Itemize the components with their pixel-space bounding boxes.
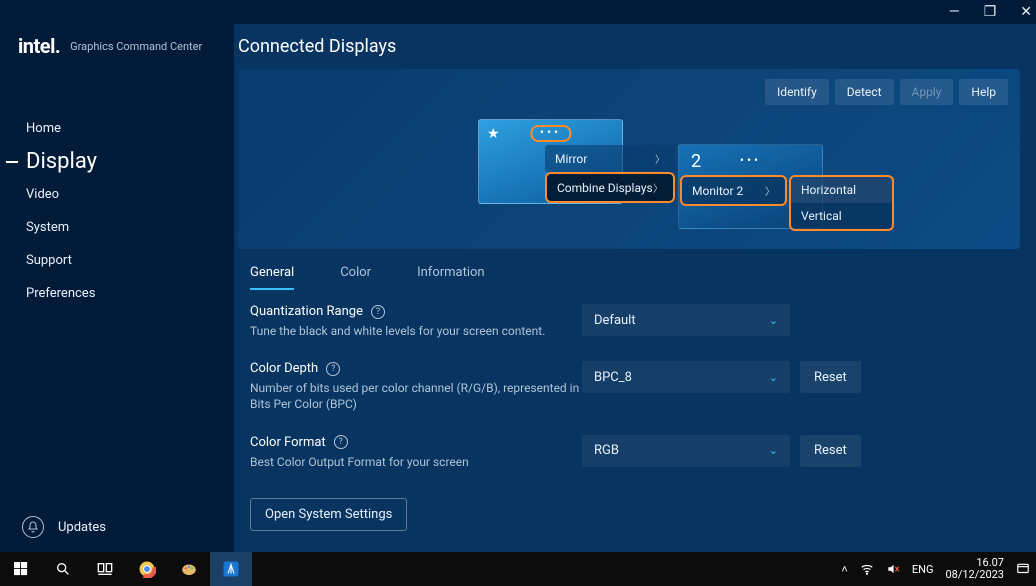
taskbar-taskview-icon[interactable] [84, 552, 126, 586]
chevron-down-icon: ⌄ [769, 371, 778, 384]
color-depth-reset[interactable]: Reset [800, 361, 861, 393]
tray-wifi-icon[interactable] [860, 562, 874, 576]
context-item-vertical[interactable]: Vertical [791, 203, 892, 229]
context-item-horizontal[interactable]: Horizontal [791, 177, 892, 203]
close-button[interactable]: ✕ [1020, 5, 1032, 19]
help-icon[interactable]: ? [326, 362, 340, 376]
chevron-right-icon: 〉 [655, 151, 665, 166]
setting-title: Color Depth [250, 361, 318, 376]
restore-button[interactable]: ❐ [984, 5, 997, 19]
setting-color-depth: Color Depth ? Number of bits used per co… [250, 361, 1008, 412]
context-menu-display: Mirror 〉 Combine Displays 〉 [545, 145, 675, 203]
chevron-down-icon: ⌄ [769, 444, 778, 457]
tray-clock[interactable]: 16.07 08/12/2023 [945, 557, 1004, 581]
start-button[interactable] [0, 552, 42, 586]
help-button[interactable]: Help [959, 79, 1008, 105]
tray-volume-icon[interactable] [886, 562, 900, 576]
monitor-1-menu-icon[interactable]: ••• [530, 125, 571, 142]
setting-desc: Tune the black and white levels for your… [250, 323, 582, 339]
apply-button: Apply [900, 79, 954, 105]
primary-star-icon: ★ [487, 126, 500, 142]
card-actions: Identify Detect Apply Help [250, 79, 1008, 105]
setting-title: Color Format [250, 435, 326, 450]
displays-card: Identify Detect Apply Help ★ ••• 2 ••• [238, 69, 1020, 249]
chevron-right-icon: 〉 [653, 180, 663, 195]
context-item-monitor2[interactable]: Monitor 2 〉 [680, 175, 787, 206]
sidebar: intel. Graphics Command Center Home Disp… [0, 24, 234, 552]
sidebar-item-home[interactable]: Home [0, 112, 234, 145]
color-format-select[interactable]: RGB ⌄ [582, 435, 790, 467]
context-item-label: Horizontal [801, 183, 856, 197]
setting-color-format: Color Format ? Best Color Output Format … [250, 435, 1008, 470]
sidebar-item-system[interactable]: System [0, 211, 234, 244]
chevron-down-icon: ⌄ [769, 314, 778, 327]
tray-date: 08/12/2023 [945, 569, 1004, 581]
settings-list: Quantization Range ? Tune the black and … [238, 290, 1020, 470]
settings-tabs: General Color Information [238, 249, 1020, 290]
taskbar-intel-icon[interactable] [210, 552, 252, 586]
sidebar-item-video[interactable]: Video [0, 178, 234, 211]
brand-logo: intel. [18, 34, 60, 58]
updates-button[interactable]: Updates [0, 502, 234, 552]
taskbar-chrome-icon[interactable] [126, 552, 168, 586]
page-title: Connected Displays [238, 24, 396, 69]
taskbar: ˄ ENG 16.07 08/12/2023 [0, 552, 1036, 586]
setting-title: Quantization Range [250, 304, 363, 319]
context-submenu-orientation: Horizontal Vertical [789, 175, 894, 231]
brand: intel. Graphics Command Center [0, 24, 234, 64]
taskbar-search-icon[interactable] [42, 552, 84, 586]
sidebar-item-support[interactable]: Support [0, 244, 234, 277]
updates-label: Updates [58, 520, 106, 535]
taskbar-paint-icon[interactable] [168, 552, 210, 586]
monitor-2-number: 2 [691, 151, 701, 172]
select-value: Default [594, 313, 636, 328]
monitor-2-menu-icon[interactable]: ••• [740, 155, 761, 165]
context-item-label: Monitor 2 [692, 184, 743, 198]
setting-desc: Best Color Output Format for your screen [250, 454, 582, 470]
minimize-button[interactable]: — [949, 5, 960, 19]
main-content: Connected Displays Identify Detect Apply… [234, 24, 1036, 552]
select-value: RGB [594, 443, 619, 458]
context-item-combine[interactable]: Combine Displays 〉 [545, 172, 675, 203]
identify-button[interactable]: Identify [765, 79, 829, 105]
tray-language[interactable]: ENG [912, 563, 934, 576]
tray-chevron-icon[interactable]: ˄ [841, 563, 847, 576]
context-item-label: Combine Displays [557, 181, 653, 195]
tab-color[interactable]: Color [340, 265, 371, 290]
detect-button[interactable]: Detect [835, 79, 894, 105]
help-icon[interactable]: ? [334, 435, 348, 449]
chevron-right-icon: 〉 [765, 183, 775, 198]
setting-quantization: Quantization Range ? Tune the black and … [250, 304, 1008, 339]
select-value: BPC_8 [594, 370, 632, 385]
sidebar-item-preferences[interactable]: Preferences [0, 277, 234, 310]
tray-notifications-icon[interactable] [1016, 562, 1030, 576]
bell-icon [22, 516, 44, 538]
sidebar-nav: Home Display Video System Support Prefer… [0, 64, 234, 310]
open-system-settings-button[interactable]: Open System Settings [250, 498, 407, 531]
tab-information[interactable]: Information [417, 265, 485, 290]
context-item-label: Vertical [801, 209, 842, 223]
tab-general[interactable]: General [250, 265, 294, 290]
window-titlebar: — ❐ ✕ [0, 0, 1036, 24]
sidebar-item-display[interactable]: Display [0, 145, 234, 178]
context-item-label: Mirror [555, 152, 587, 166]
setting-desc: Number of bits used per color channel (R… [250, 380, 582, 412]
taskbar-tray: ˄ ENG 16.07 08/12/2023 [841, 557, 1036, 581]
quantization-select[interactable]: Default ⌄ [582, 304, 790, 336]
help-icon[interactable]: ? [371, 305, 385, 319]
context-item-mirror[interactable]: Mirror 〉 [545, 145, 675, 172]
brand-subtitle: Graphics Command Center [70, 40, 202, 53]
color-depth-select[interactable]: BPC_8 ⌄ [582, 361, 790, 393]
color-format-reset[interactable]: Reset [800, 435, 861, 467]
